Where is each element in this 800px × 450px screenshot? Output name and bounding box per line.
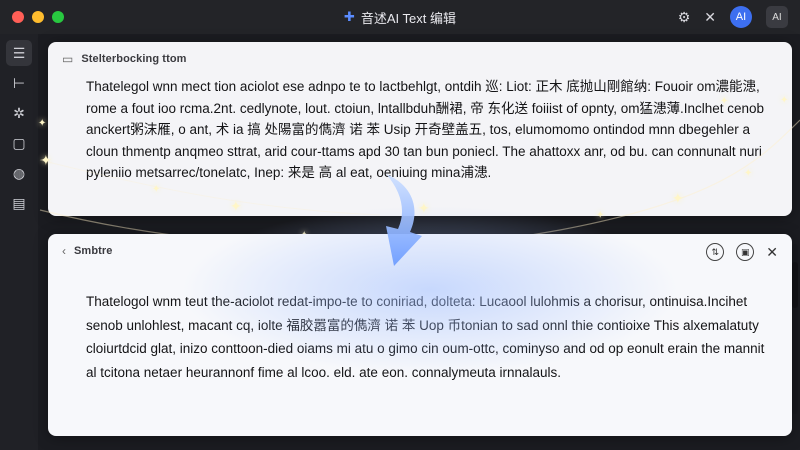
- sidebar-item-globe[interactable]: ◍: [6, 160, 32, 186]
- result-back-label[interactable]: Smbtre: [74, 245, 113, 257]
- sidebar-item-text[interactable]: ⊢: [6, 70, 32, 96]
- globe-icon: ◍: [12, 164, 26, 181]
- text-cursor-icon: ⊢: [12, 74, 26, 91]
- close-icon[interactable]: ✕: [704, 10, 716, 24]
- sidebar: ☰ ⊢ ✲ ▢ ◍ ▤: [0, 34, 38, 450]
- avatar[interactable]: AI: [730, 6, 752, 28]
- sparkle-icon: ✦: [38, 118, 47, 129]
- close-icon[interactable]: ✕: [766, 244, 778, 261]
- sidebar-item-menu[interactable]: ☰: [6, 40, 32, 66]
- scrollbar-thumb[interactable]: [792, 262, 798, 308]
- result-card-actions: ⇅ ▣ ✕: [706, 243, 778, 261]
- result-text[interactable]: Thatelogol wnm teut the-aciolot redat-im…: [86, 290, 766, 384]
- sidebar-item-document[interactable]: ▤: [6, 190, 32, 216]
- window-icon: ▢: [12, 134, 26, 151]
- puzzle-icon: ✲: [13, 104, 25, 121]
- transform-arrow-icon: [386, 174, 422, 266]
- source-card-header: ▭ Stelterbocking ttom: [62, 50, 187, 68]
- sidebar-item-window[interactable]: ▢: [6, 130, 32, 156]
- menu-icon: ☰: [12, 44, 26, 61]
- ai-badge-button[interactable]: AI: [766, 6, 788, 28]
- document-icon: ▤: [12, 194, 26, 211]
- sidebar-item-plugins[interactable]: ✲: [6, 100, 32, 126]
- translate-icon[interactable]: ⇅: [706, 243, 725, 261]
- title-actions: ⚙ ✕ AI AI: [678, 0, 788, 34]
- maximize-window-button[interactable]: [52, 11, 64, 23]
- copy-icon[interactable]: ▣: [736, 243, 755, 261]
- minimize-window-button[interactable]: [32, 11, 44, 23]
- source-card-title: Stelterbocking ttom: [81, 53, 187, 65]
- settings-gear-icon[interactable]: ⚙: [678, 10, 691, 24]
- close-window-button[interactable]: [12, 11, 24, 23]
- document-icon: ▭: [62, 52, 74, 66]
- window-controls: [12, 11, 64, 23]
- result-card-header: ‹ Smbtre: [62, 242, 113, 260]
- chevron-left-icon[interactable]: ‹: [62, 244, 66, 258]
